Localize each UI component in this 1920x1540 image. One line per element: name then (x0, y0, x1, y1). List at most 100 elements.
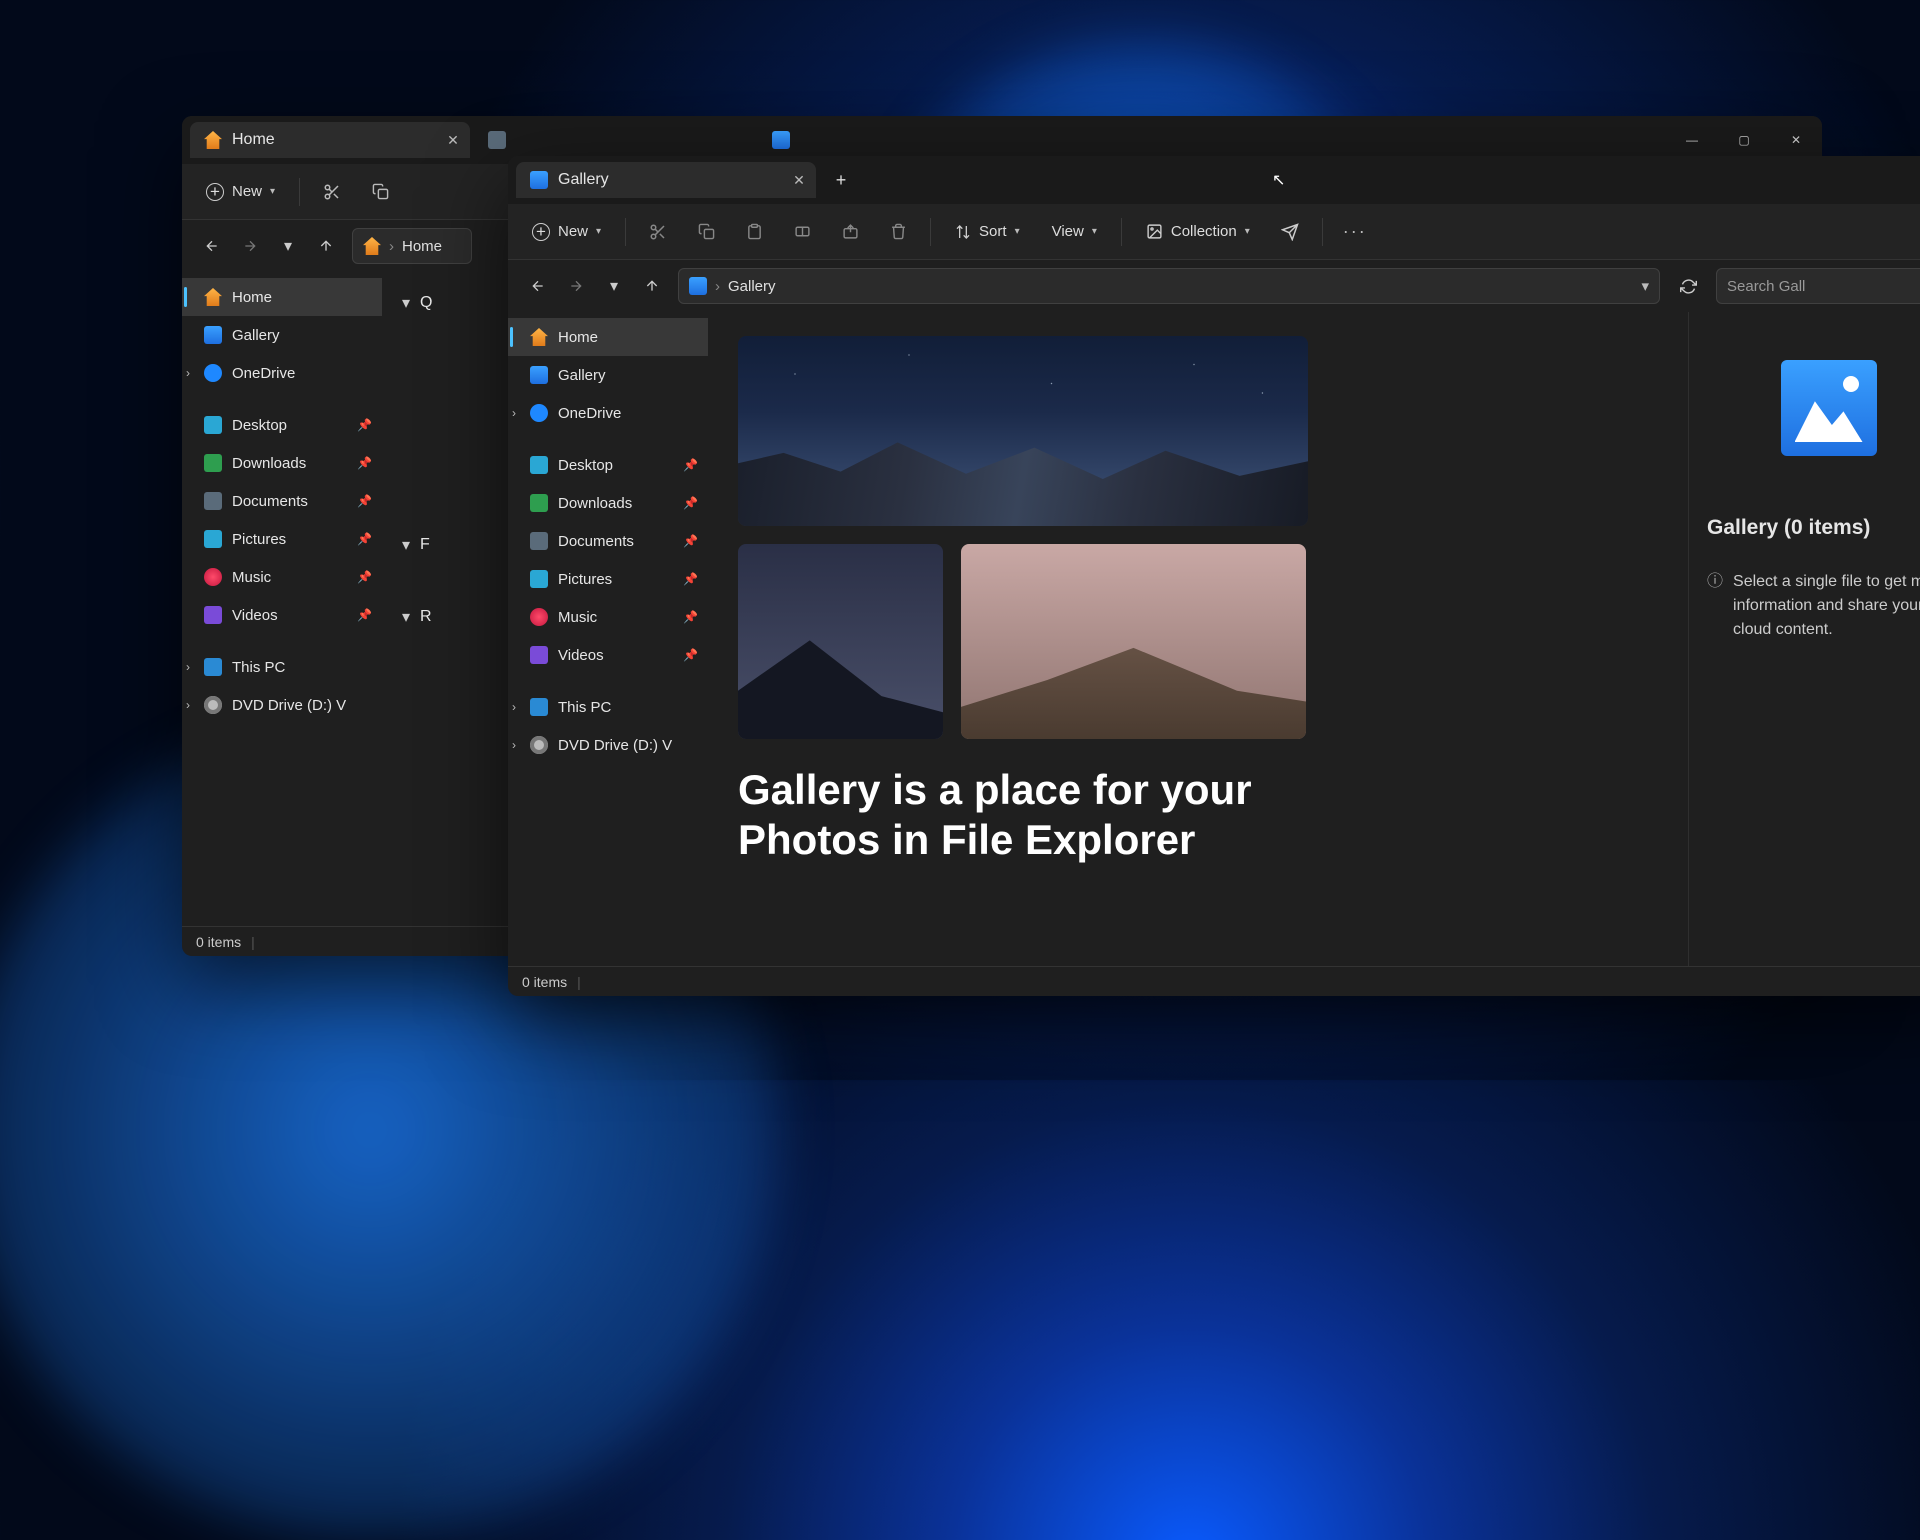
nav-gallery[interactable]: Gallery (508, 356, 708, 394)
music-icon (204, 568, 222, 586)
new-tab-button[interactable]: + (826, 165, 856, 195)
pin-icon[interactable]: 📌 (683, 496, 698, 510)
paste-button[interactable] (734, 214, 774, 250)
cut-button[interactable] (312, 174, 352, 210)
recent-button[interactable]: ▾ (270, 228, 306, 264)
chevron-down-icon: ▾ (1092, 226, 1097, 237)
nav-music[interactable]: Music📌 (182, 558, 382, 596)
new-button[interactable]: + New ▾ (194, 174, 287, 210)
titlebar[interactable]: Gallery ✕ + ↖ (508, 156, 1920, 204)
nav-dvd[interactable]: ›DVD Drive (D:) V (508, 726, 708, 764)
sort-button[interactable]: Sort ▾ (943, 214, 1032, 250)
phone-link-button[interactable] (1270, 214, 1310, 250)
nav-onedrive[interactable]: › OneDrive (182, 354, 382, 392)
nav-desktop[interactable]: Desktop📌 (508, 446, 708, 484)
expand-icon[interactable]: › (512, 406, 516, 420)
expand-icon[interactable]: › (186, 660, 190, 674)
nav-downloads[interactable]: Downloads📌 (508, 484, 708, 522)
pin-icon[interactable]: 📌 (683, 648, 698, 662)
pin-icon[interactable]: 📌 (683, 534, 698, 548)
search-input[interactable]: Search Gall (1716, 268, 1920, 304)
info-icon: ⓘ (1707, 570, 1723, 642)
expand-icon[interactable]: › (512, 738, 516, 752)
chevron-down-icon: ▾ (270, 186, 275, 197)
up-button[interactable] (634, 268, 670, 304)
pin-icon[interactable]: 📌 (683, 572, 698, 586)
back-button[interactable] (520, 268, 556, 304)
home-icon (363, 237, 381, 255)
gallery-hero: Gallery is a place for your Photos in Fi… (708, 312, 1688, 966)
copy-button[interactable] (360, 174, 400, 210)
nav-dvd[interactable]: ›DVD Drive (D:) V (182, 686, 382, 724)
pin-icon[interactable]: 📌 (357, 456, 372, 470)
up-button[interactable] (308, 228, 344, 264)
desktop-icon (204, 416, 222, 434)
cursor-icon: ↖ (1272, 170, 1285, 190)
close-tab-icon[interactable]: ✕ (444, 132, 462, 149)
nav-documents[interactable]: Documents📌 (182, 482, 382, 520)
expand-icon[interactable]: › (186, 366, 190, 380)
nav-music[interactable]: Music📌 (508, 598, 708, 636)
nav-pictures[interactable]: Pictures📌 (182, 520, 382, 558)
forward-button[interactable] (558, 268, 594, 304)
videos-icon (530, 646, 548, 664)
expand-icon[interactable]: › (186, 698, 190, 712)
breadcrumb[interactable]: › Home (352, 228, 472, 264)
more-button[interactable]: ··· (1335, 214, 1375, 250)
nav-thispc[interactable]: ›This PC (508, 688, 708, 726)
cut-button[interactable] (638, 214, 678, 250)
window-body: Home Gallery ›OneDrive Desktop📌 Download… (508, 312, 1920, 966)
new-button[interactable]: + New ▾ (520, 214, 613, 250)
details-hint: ⓘ Select a single file to get more infor… (1707, 570, 1920, 642)
nav-desktop[interactable]: Desktop📌 (182, 406, 382, 444)
pin-icon[interactable]: 📌 (357, 608, 372, 622)
expand-icon[interactable]: › (512, 700, 516, 714)
sort-icon (955, 224, 971, 240)
nav-onedrive[interactable]: ›OneDrive (508, 394, 708, 432)
tab-gallery[interactable]: Gallery ✕ (516, 162, 816, 198)
pin-icon[interactable]: 📌 (683, 458, 698, 472)
separator (1121, 218, 1122, 246)
trash-icon (890, 223, 907, 240)
nav-gallery[interactable]: Gallery (182, 316, 382, 354)
nav-thispc[interactable]: ›This PC (182, 648, 382, 686)
tab-inactive[interactable] (758, 122, 1038, 158)
back-button[interactable] (194, 228, 230, 264)
nav-videos[interactable]: Videos📌 (182, 596, 382, 634)
nav-home[interactable]: Home (508, 318, 708, 356)
refresh-button[interactable] (1668, 268, 1708, 304)
delete-button[interactable] (878, 214, 918, 250)
clipboard-icon (746, 223, 763, 240)
status-text: 0 items (196, 934, 241, 950)
tab-home[interactable]: Home ✕ (190, 122, 470, 158)
share-button[interactable] (830, 214, 870, 250)
pin-icon[interactable]: 📌 (683, 610, 698, 624)
nav-pane[interactable]: Home Gallery ›OneDrive Desktop📌 Download… (508, 312, 708, 966)
chevron-down-icon: ▾ (1245, 226, 1250, 237)
documents-icon (530, 532, 548, 550)
recent-button[interactable]: ▾ (596, 268, 632, 304)
view-button[interactable]: View ▾ (1040, 214, 1109, 250)
tab-inactive[interactable] (474, 122, 754, 158)
breadcrumb[interactable]: › Gallery ▾ (678, 268, 1660, 304)
nav-pictures[interactable]: Pictures📌 (508, 560, 708, 598)
nav-downloads[interactable]: Downloads📌 (182, 444, 382, 482)
close-tab-icon[interactable]: ✕ (790, 172, 808, 189)
nav-pane[interactable]: Home Gallery › OneDrive Desktop📌 Downloa… (182, 272, 382, 926)
nav-home[interactable]: Home (182, 278, 382, 316)
rename-icon (794, 223, 811, 240)
nav-documents[interactable]: Documents📌 (508, 522, 708, 560)
pin-icon[interactable]: 📌 (357, 418, 372, 432)
chevron-down-icon: ▾ (610, 276, 618, 296)
cloud-icon (204, 364, 222, 382)
collection-button[interactable]: Collection ▾ (1134, 214, 1262, 250)
pin-icon[interactable]: 📌 (357, 494, 372, 508)
copy-button[interactable] (686, 214, 726, 250)
forward-button[interactable] (232, 228, 268, 264)
pin-icon[interactable]: 📌 (357, 570, 372, 584)
chevron-down-icon[interactable]: ▾ (1641, 277, 1649, 295)
nav-videos[interactable]: Videos📌 (508, 636, 708, 674)
rename-button[interactable] (782, 214, 822, 250)
pin-icon[interactable]: 📌 (357, 532, 372, 546)
scissors-icon (323, 183, 341, 201)
